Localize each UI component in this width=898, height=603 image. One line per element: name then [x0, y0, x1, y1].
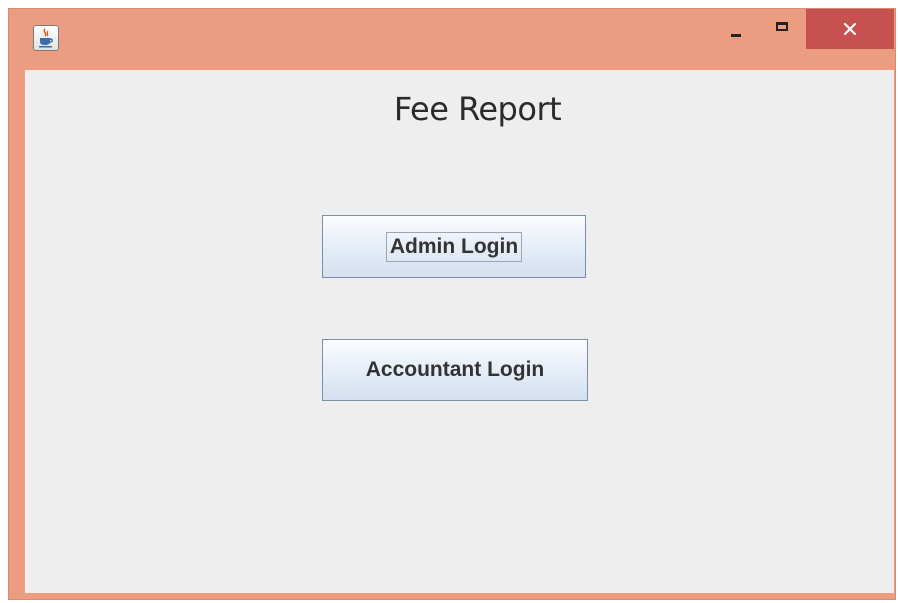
- close-icon: [843, 22, 857, 36]
- maximize-button[interactable]: [761, 9, 805, 49]
- title-bar[interactable]: [9, 9, 895, 69]
- content-panel: Fee Report Admin Login Accountant Login: [25, 70, 894, 593]
- maximize-icon: [776, 22, 788, 31]
- accountant-login-label: Accountant Login: [365, 358, 545, 381]
- minimize-button[interactable]: [715, 9, 759, 49]
- page-title-text: Fee Report: [393, 90, 562, 128]
- app-window: Fee Report Admin Login Accountant Login: [8, 8, 896, 600]
- close-button[interactable]: [806, 9, 894, 49]
- minimize-icon: [731, 34, 741, 37]
- admin-login-label: Admin Login: [385, 231, 523, 262]
- accountant-login-button[interactable]: Accountant Login: [322, 339, 588, 401]
- java-cup-icon[interactable]: [33, 25, 59, 51]
- page-title: Fee Report: [25, 90, 894, 128]
- admin-login-button[interactable]: Admin Login: [322, 215, 586, 278]
